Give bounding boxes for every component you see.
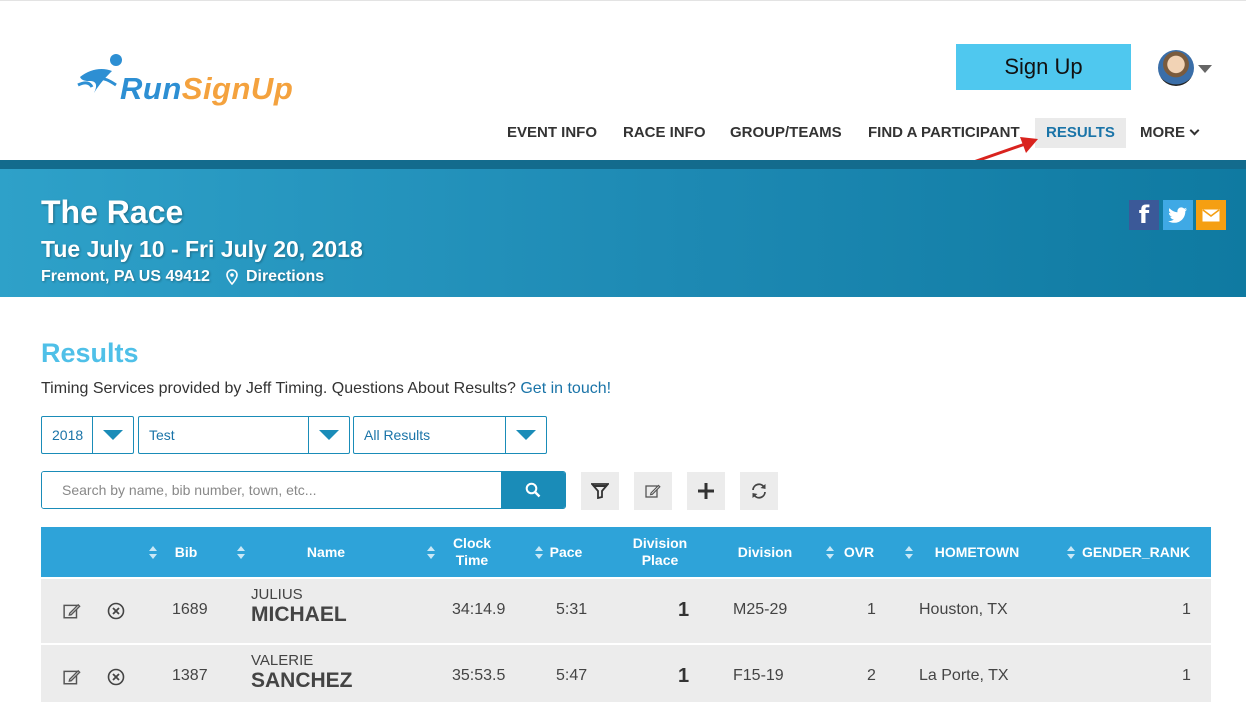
refresh-icon bbox=[752, 483, 766, 499]
event-select[interactable]: Test bbox=[138, 416, 350, 454]
nav-group-teams[interactable]: GROUP/TEAMS bbox=[730, 118, 842, 148]
col-hometown[interactable]: HOMETOWN bbox=[931, 527, 1023, 577]
table-row: 1689 JULIUS MICHAEL 34:14.9 5:31 1 M25-2… bbox=[41, 579, 1211, 643]
results-table: Bib Name Clock Time Pace Division Place … bbox=[41, 527, 1211, 702]
chevron-down-icon bbox=[1189, 125, 1200, 136]
refresh-button[interactable] bbox=[740, 472, 778, 510]
year-select[interactable]: 2018 bbox=[41, 416, 134, 454]
cell-gender-rank: 1 bbox=[1182, 601, 1191, 618]
cell-ovr: 2 bbox=[867, 667, 876, 684]
sort-pace-icon[interactable] bbox=[535, 546, 543, 559]
edit-button[interactable] bbox=[634, 472, 672, 510]
sort-ovr-icon[interactable] bbox=[826, 546, 834, 559]
col-clock-time[interactable]: Clock Time bbox=[441, 527, 503, 577]
col-division-place[interactable]: Division Place bbox=[625, 527, 695, 577]
results-heading: Results bbox=[41, 338, 139, 368]
first-name: JULIUS bbox=[251, 586, 303, 603]
event-location: Fremont, PA US 49412 Directions bbox=[41, 268, 324, 286]
last-name: MICHAEL bbox=[251, 603, 347, 626]
first-name: VALERIE bbox=[251, 652, 314, 669]
avatar-menu-caret-icon[interactable] bbox=[1198, 65, 1212, 73]
user-avatar[interactable] bbox=[1158, 50, 1194, 86]
nav-race-info[interactable]: RACE INFO bbox=[623, 118, 706, 148]
col-bib[interactable]: Bib bbox=[166, 527, 206, 577]
cell-division-place: 1 bbox=[678, 599, 690, 621]
cell-hometown: La Porte, TX bbox=[919, 667, 1009, 684]
nav-more[interactable]: MORE bbox=[1140, 118, 1200, 148]
cell-bib: 1387 bbox=[172, 667, 208, 684]
search-input[interactable] bbox=[42, 472, 501, 508]
cell-clock-time: 35:53.5 bbox=[452, 667, 506, 684]
cell-clock-time: 34:14.9 bbox=[452, 601, 506, 618]
cell-pace: 5:47 bbox=[556, 667, 588, 684]
results-set-value: All Results bbox=[364, 427, 431, 443]
results-set-select[interactable]: All Results bbox=[353, 416, 547, 454]
nav-more-label: MORE bbox=[1140, 124, 1185, 141]
map-pin-icon bbox=[226, 269, 238, 285]
location-text: Fremont, PA US 49412 bbox=[41, 268, 210, 285]
last-name: SANCHEZ bbox=[251, 669, 353, 692]
logo-text: RunSignUp bbox=[120, 71, 294, 106]
email-share-icon[interactable] bbox=[1196, 200, 1226, 230]
filter-button[interactable] bbox=[581, 472, 619, 510]
event-banner: The Race Tue July 10 - Fri July 20, 2018… bbox=[0, 160, 1246, 297]
cell-bib: 1689 bbox=[172, 601, 208, 618]
facebook-share-icon[interactable]: f bbox=[1129, 200, 1159, 230]
cell-division: F15-19 bbox=[733, 667, 784, 684]
col-pace[interactable]: Pace bbox=[546, 527, 586, 577]
table-header: Bib Name Clock Time Pace Division Place … bbox=[41, 527, 1211, 577]
nav-event-info[interactable]: EVENT INFO bbox=[507, 118, 597, 148]
add-button[interactable] bbox=[687, 472, 725, 510]
site-header: RunSignUp Sign Up EVENT INFO RACE INFO G… bbox=[0, 0, 1246, 181]
filter-icon bbox=[591, 483, 609, 499]
year-dropdown-caret-icon[interactable] bbox=[92, 417, 133, 453]
sort-clock-icon[interactable] bbox=[427, 546, 435, 559]
cell-division-place: 1 bbox=[678, 665, 690, 687]
cell-hometown: Houston, TX bbox=[919, 601, 1008, 618]
event-select-value: Test bbox=[149, 427, 175, 443]
remove-row-icon[interactable] bbox=[107, 602, 125, 620]
cell-division: M25-29 bbox=[733, 601, 788, 618]
runner-logo-icon bbox=[77, 54, 122, 93]
col-name[interactable]: Name bbox=[281, 527, 371, 577]
search-button[interactable] bbox=[501, 472, 565, 508]
search-icon bbox=[525, 482, 541, 498]
timing-services-text: Timing Services provided by Jeff Timing.… bbox=[41, 380, 611, 398]
results-search bbox=[41, 471, 566, 509]
cell-pace: 5:31 bbox=[556, 601, 588, 618]
event-dates: Tue July 10 - Fri July 20, 2018 bbox=[41, 236, 363, 262]
cell-ovr: 1 bbox=[867, 601, 876, 618]
cell-name[interactable]: JULIUS MICHAEL bbox=[251, 586, 347, 627]
event-dropdown-caret-icon[interactable] bbox=[308, 417, 349, 453]
directions-link[interactable]: Directions bbox=[246, 268, 324, 286]
sort-hometown-icon[interactable] bbox=[905, 546, 913, 559]
col-division[interactable]: Division bbox=[731, 527, 799, 577]
get-in-touch-link[interactable]: Get in touch! bbox=[520, 380, 611, 397]
cell-name[interactable]: VALERIE SANCHEZ bbox=[251, 652, 353, 693]
sort-name-icon[interactable] bbox=[237, 546, 245, 559]
cell-gender-rank: 1 bbox=[1182, 667, 1191, 684]
year-select-value: 2018 bbox=[52, 427, 84, 443]
sign-up-button[interactable]: Sign Up bbox=[956, 44, 1131, 90]
edit-row-icon[interactable] bbox=[63, 602, 81, 620]
table-row: 1387 VALERIE SANCHEZ 35:53.5 5:47 1 F15-… bbox=[41, 645, 1211, 702]
plus-icon bbox=[698, 483, 714, 499]
twitter-share-icon[interactable] bbox=[1163, 200, 1193, 230]
results-dropdown-caret-icon[interactable] bbox=[505, 417, 546, 453]
edit-row-icon[interactable] bbox=[63, 668, 81, 686]
col-ovr[interactable]: OVR bbox=[839, 527, 879, 577]
remove-row-icon[interactable] bbox=[107, 668, 125, 686]
timing-text: Timing Services provided by Jeff Timing.… bbox=[41, 380, 516, 397]
event-title: The Race bbox=[41, 194, 184, 230]
edit-icon bbox=[645, 484, 661, 498]
sort-gender-rank-icon[interactable] bbox=[1067, 546, 1075, 559]
sort-bib-icon[interactable] bbox=[149, 546, 157, 559]
runsignup-logo[interactable]: RunSignUp bbox=[76, 51, 293, 106]
col-gender-rank[interactable]: GENDER_RANK bbox=[1081, 527, 1191, 577]
